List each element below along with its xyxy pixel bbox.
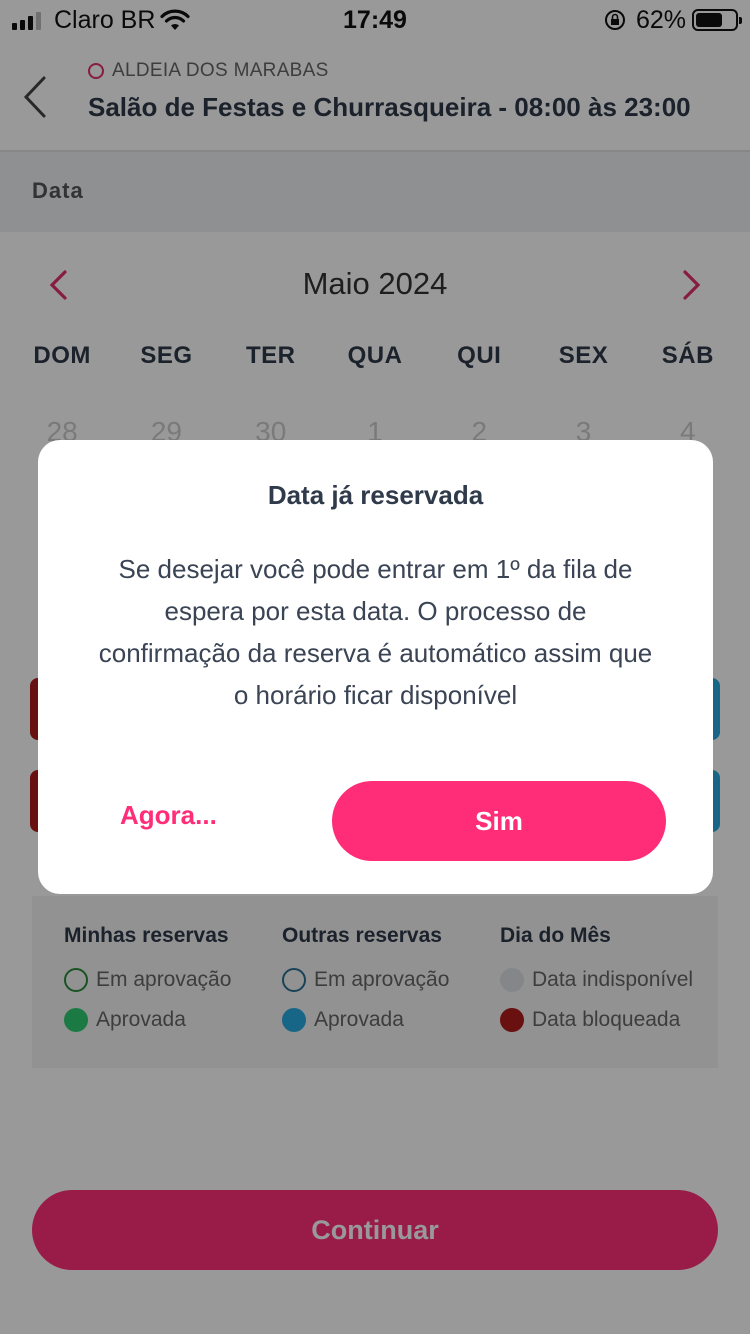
yes-button[interactable]: Sim (332, 781, 666, 861)
dialog-title: Data já reservada (267, 480, 484, 510)
later-button[interactable]: Agora... (120, 800, 217, 831)
dialog-message: Se desejar você pode entrar em 1º da fil… (98, 554, 653, 710)
date-reserved-dialog: Data já reservada Se desejar você pode e… (38, 440, 713, 894)
